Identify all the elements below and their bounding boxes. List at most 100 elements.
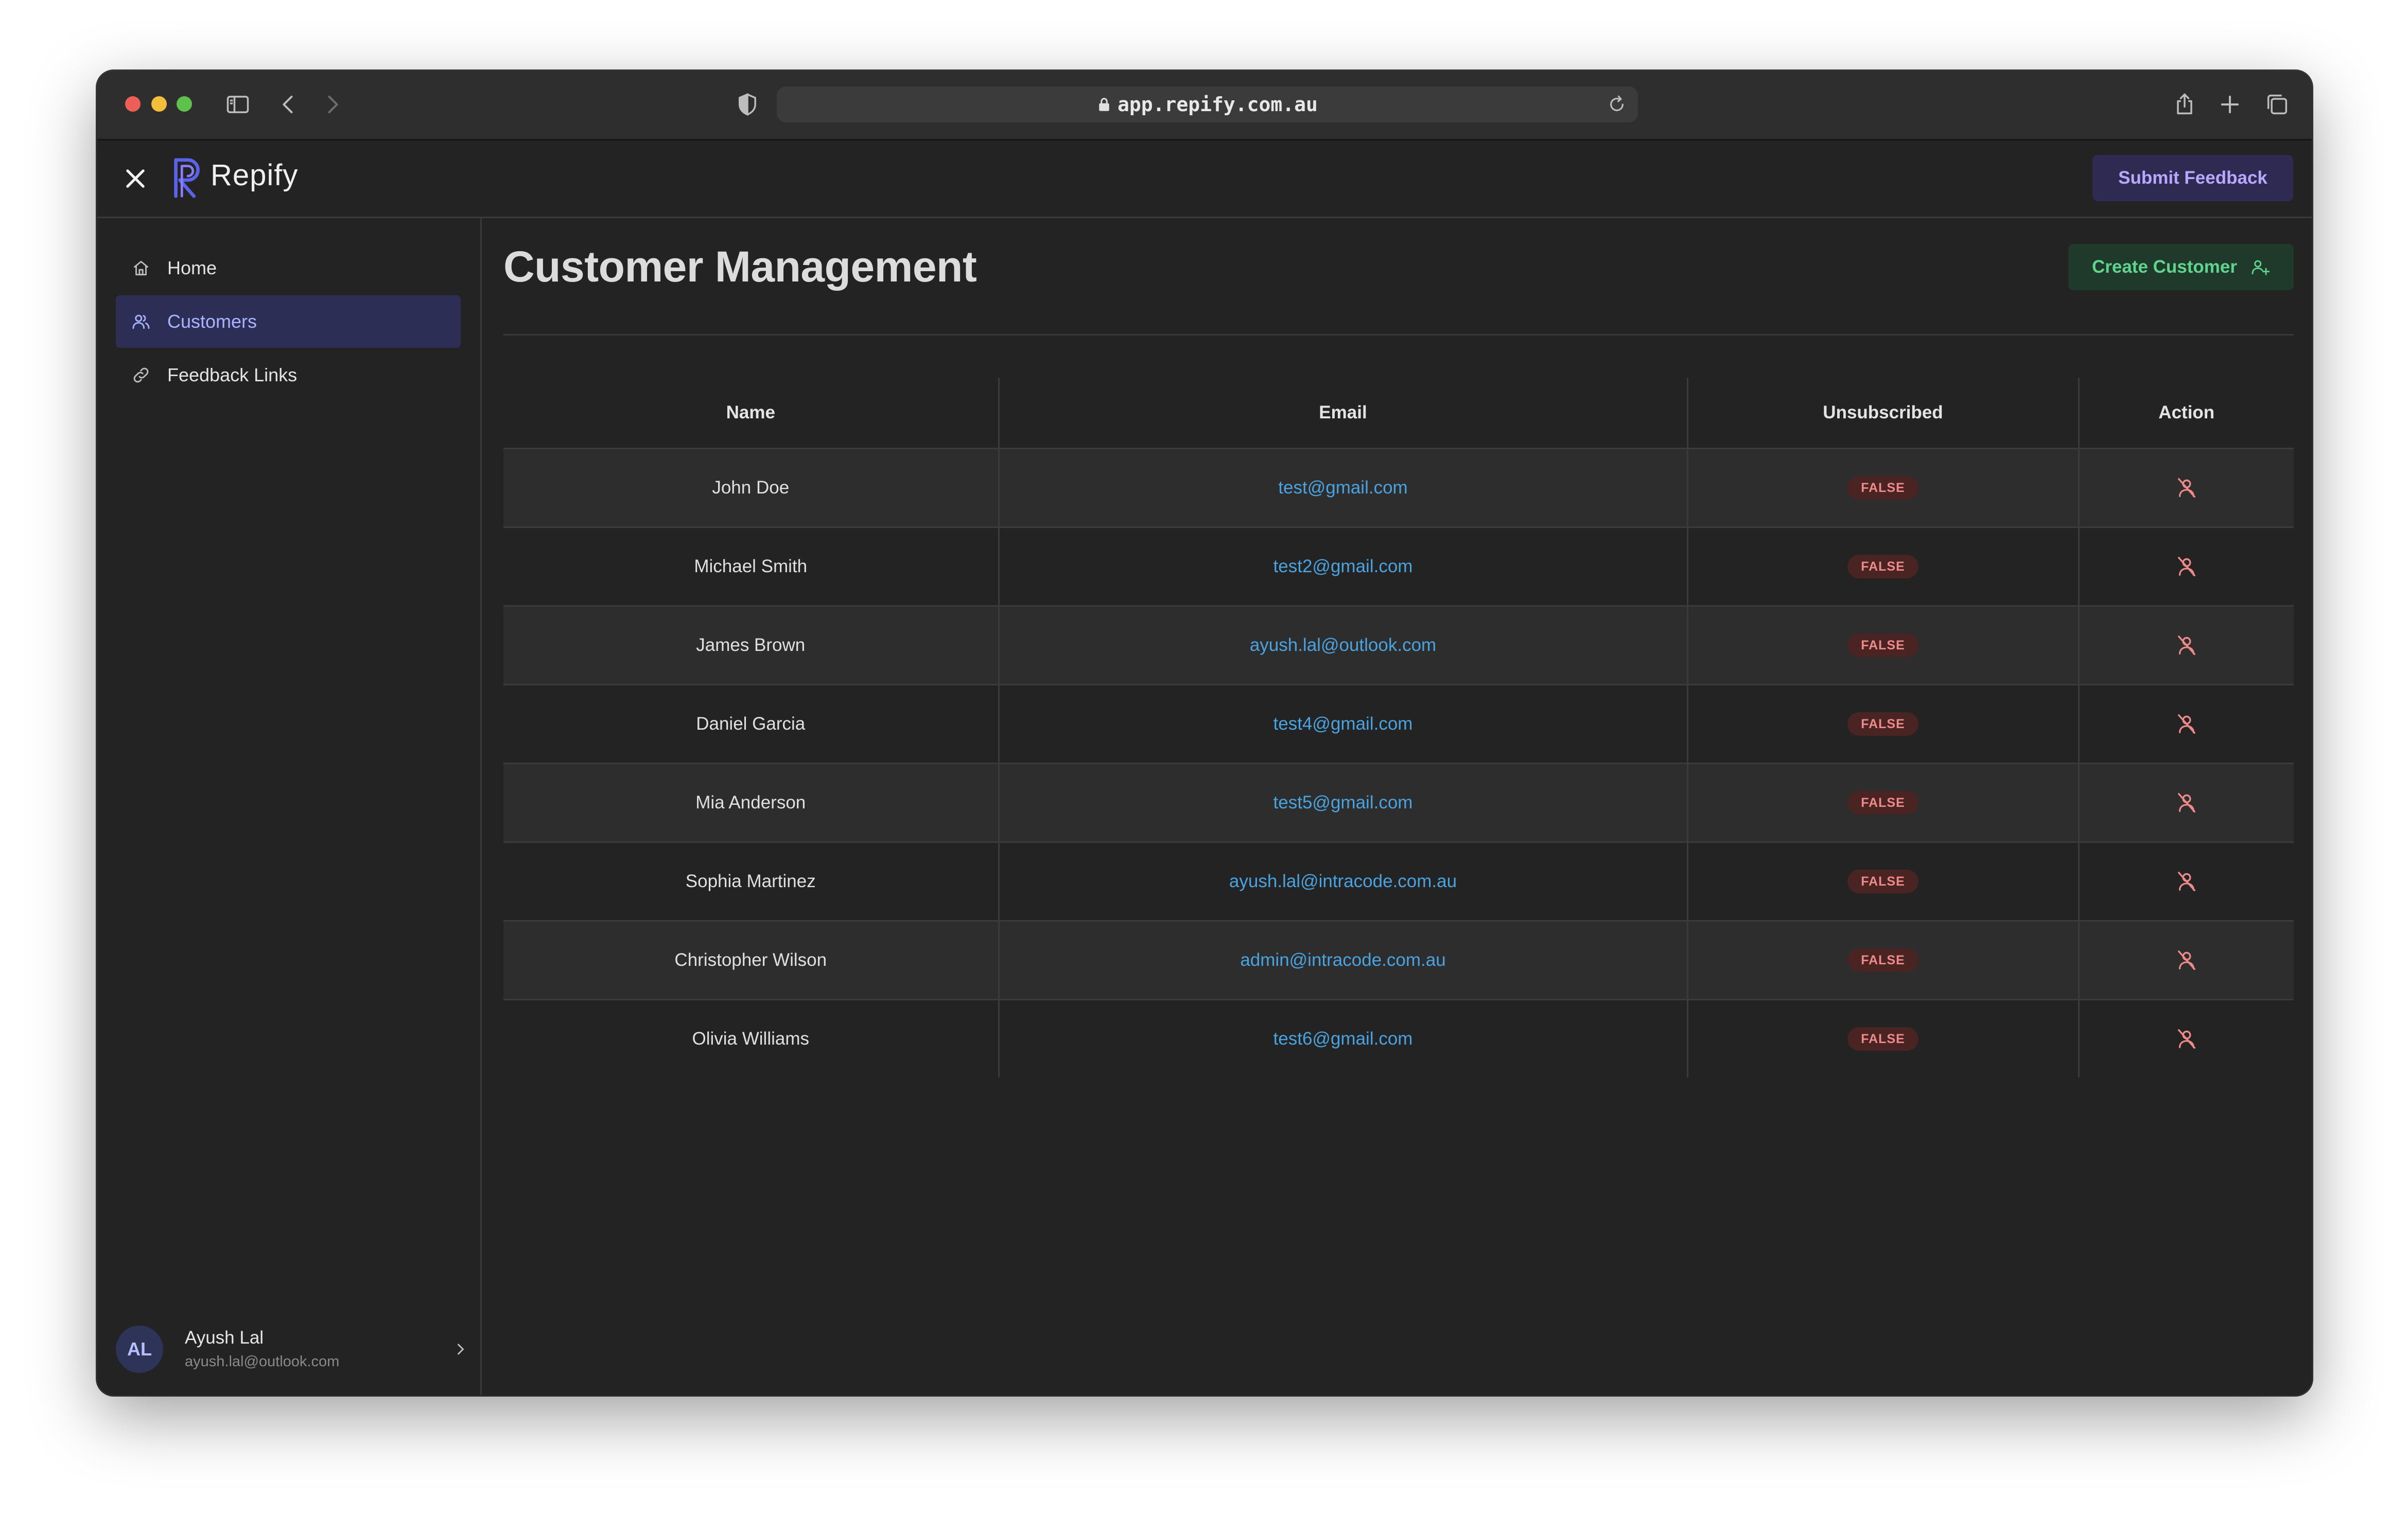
customer-action	[2079, 763, 2294, 843]
customer-unsubscribed: FALSE	[1687, 527, 2080, 607]
browser-window: app.repify.com.au Repify Submit Feedback…	[97, 71, 2312, 1395]
table-row: Christopher Wilson admin@intracode.com.a…	[503, 921, 2294, 1000]
column-header-name[interactable]: Name	[503, 378, 1000, 449]
customer-name: Christopher Wilson	[503, 921, 1000, 1000]
table-row: Mia Anderson test5@gmail.com FALSE	[503, 763, 2294, 843]
table-header-row: Name Email Unsubscribed Action	[503, 378, 2294, 449]
zoom-window-button[interactable]	[177, 96, 192, 112]
customer-action	[2079, 1000, 2294, 1078]
customer-action	[2079, 606, 2294, 685]
status-badge: FALSE	[1847, 555, 1918, 578]
back-icon[interactable]	[273, 90, 303, 119]
unsubscribe-user-icon[interactable]	[2175, 476, 2198, 500]
url-text: app.repify.com.au	[1118, 93, 1318, 116]
email-link[interactable]: test2@gmail.com	[1273, 556, 1413, 576]
unsubscribe-user-icon[interactable]	[2175, 633, 2198, 657]
table-row: Sophia Martinez ayush.lal@intracode.com.…	[503, 842, 2294, 922]
unsubscribe-user-icon[interactable]	[2175, 948, 2198, 972]
email-link[interactable]: test@gmail.com	[1278, 478, 1407, 498]
status-badge: FALSE	[1847, 712, 1918, 736]
customer-action	[2079, 527, 2294, 607]
browser-toolbar: app.repify.com.au	[97, 71, 2312, 140]
main-content: Customer Management Create Customer Name…	[482, 218, 2312, 1395]
customer-name: Olivia Williams	[503, 999, 1000, 1078]
tab-overview-icon[interactable]	[2262, 90, 2292, 119]
customer-unsubscribed: FALSE	[1687, 999, 2080, 1078]
unsubscribe-user-icon[interactable]	[2175, 791, 2198, 815]
customer-action	[2079, 448, 2294, 528]
privacy-shield-icon[interactable]	[732, 90, 762, 119]
column-header-email[interactable]: Email	[999, 378, 1688, 449]
sidebar-item-customers[interactable]: Customers	[116, 295, 461, 348]
submit-feedback-button[interactable]: Submit Feedback	[2092, 155, 2293, 201]
create-customer-label: Create Customer	[2091, 257, 2238, 277]
customer-name: John Doe	[503, 448, 1000, 528]
link-icon	[133, 367, 149, 383]
close-window-button[interactable]	[125, 96, 141, 112]
column-header-action: Action	[2079, 378, 2294, 449]
share-icon[interactable]	[2170, 90, 2200, 119]
home-icon	[133, 260, 149, 276]
unsubscribe-user-icon[interactable]	[2175, 555, 2198, 578]
new-tab-icon[interactable]	[2215, 90, 2245, 119]
forward-icon[interactable]	[318, 90, 347, 119]
unsubscribe-user-icon[interactable]	[2175, 1027, 2198, 1051]
status-badge: FALSE	[1847, 948, 1918, 972]
table-row: Olivia Williams test6@gmail.com FALSE	[503, 999, 2294, 1078]
status-badge: FALSE	[1847, 791, 1918, 815]
email-link[interactable]: admin@intracode.com.au	[1240, 950, 1445, 970]
table-row: Michael Smith test2@gmail.com FALSE	[503, 527, 2294, 607]
unsubscribe-user-icon[interactable]	[2175, 870, 2198, 893]
customer-email: test6@gmail.com	[999, 999, 1688, 1078]
table-row: John Doe test@gmail.com FALSE	[503, 448, 2294, 528]
create-customer-button[interactable]: Create Customer	[2068, 244, 2294, 290]
status-badge: FALSE	[1847, 1027, 1918, 1051]
status-badge: FALSE	[1847, 633, 1918, 657]
unsubscribe-user-icon[interactable]	[2175, 712, 2198, 736]
address-bar[interactable]: app.repify.com.au	[777, 86, 1638, 122]
customer-email: ayush.lal@intracode.com.au	[999, 842, 1688, 922]
avatar: AL	[116, 1326, 163, 1373]
table-row: James Brown ayush.lal@outlook.com FALSE	[503, 606, 2294, 685]
customer-action	[2079, 921, 2294, 1000]
customer-name: Mia Anderson	[503, 763, 1000, 843]
user-email: ayush.lal@outlook.com	[185, 1353, 340, 1370]
customer-email: admin@intracode.com.au	[999, 921, 1688, 1000]
divider	[503, 334, 2294, 336]
sidebar-item-home[interactable]: Home	[116, 242, 461, 294]
reload-icon[interactable]	[1606, 94, 1628, 115]
logo-text: Repify	[211, 158, 299, 192]
sidebar-toggle-icon[interactable]	[223, 90, 253, 119]
email-link[interactable]: test5@gmail.com	[1273, 792, 1413, 813]
chevron-right-icon[interactable]	[451, 1340, 470, 1359]
user-name: Ayush Lal	[185, 1328, 264, 1348]
column-header-unsubscribed[interactable]: Unsubscribed	[1687, 378, 2080, 449]
email-link[interactable]: ayush.lal@intracode.com.au	[1229, 871, 1457, 891]
customer-email: ayush.lal@outlook.com	[999, 606, 1688, 685]
customer-action	[2079, 684, 2294, 764]
customer-name: Sophia Martinez	[503, 842, 1000, 922]
close-icon[interactable]	[122, 165, 149, 192]
email-link[interactable]: test4@gmail.com	[1273, 714, 1413, 734]
user-profile[interactable]: AL Ayush Lal ayush.lal@outlook.com	[116, 1324, 471, 1375]
customer-unsubscribed: FALSE	[1687, 763, 2080, 843]
customer-unsubscribed: FALSE	[1687, 842, 2080, 922]
minimize-window-button[interactable]	[151, 96, 167, 112]
customer-email: test@gmail.com	[999, 448, 1688, 528]
customer-unsubscribed: FALSE	[1687, 448, 2080, 528]
status-badge: FALSE	[1847, 476, 1918, 500]
customer-email: test4@gmail.com	[999, 684, 1688, 764]
sidebar-item-label: Home	[167, 257, 217, 278]
email-link[interactable]: ayush.lal@outlook.com	[1250, 635, 1436, 655]
customer-name: Michael Smith	[503, 527, 1000, 607]
sidebar-item-feedback-links[interactable]: Feedback Links	[116, 349, 461, 401]
customer-unsubscribed: FALSE	[1687, 606, 2080, 685]
users-icon	[132, 314, 150, 329]
sidebar-item-label: Customers	[167, 311, 257, 332]
page-title: Customer Management	[503, 242, 977, 291]
table-row: Daniel Garcia test4@gmail.com FALSE	[503, 684, 2294, 764]
customer-unsubscribed: FALSE	[1687, 921, 2080, 1000]
app-header: Repify Submit Feedback	[97, 140, 2312, 218]
customer-email: test2@gmail.com	[999, 527, 1688, 607]
email-link[interactable]: test6@gmail.com	[1273, 1029, 1413, 1049]
